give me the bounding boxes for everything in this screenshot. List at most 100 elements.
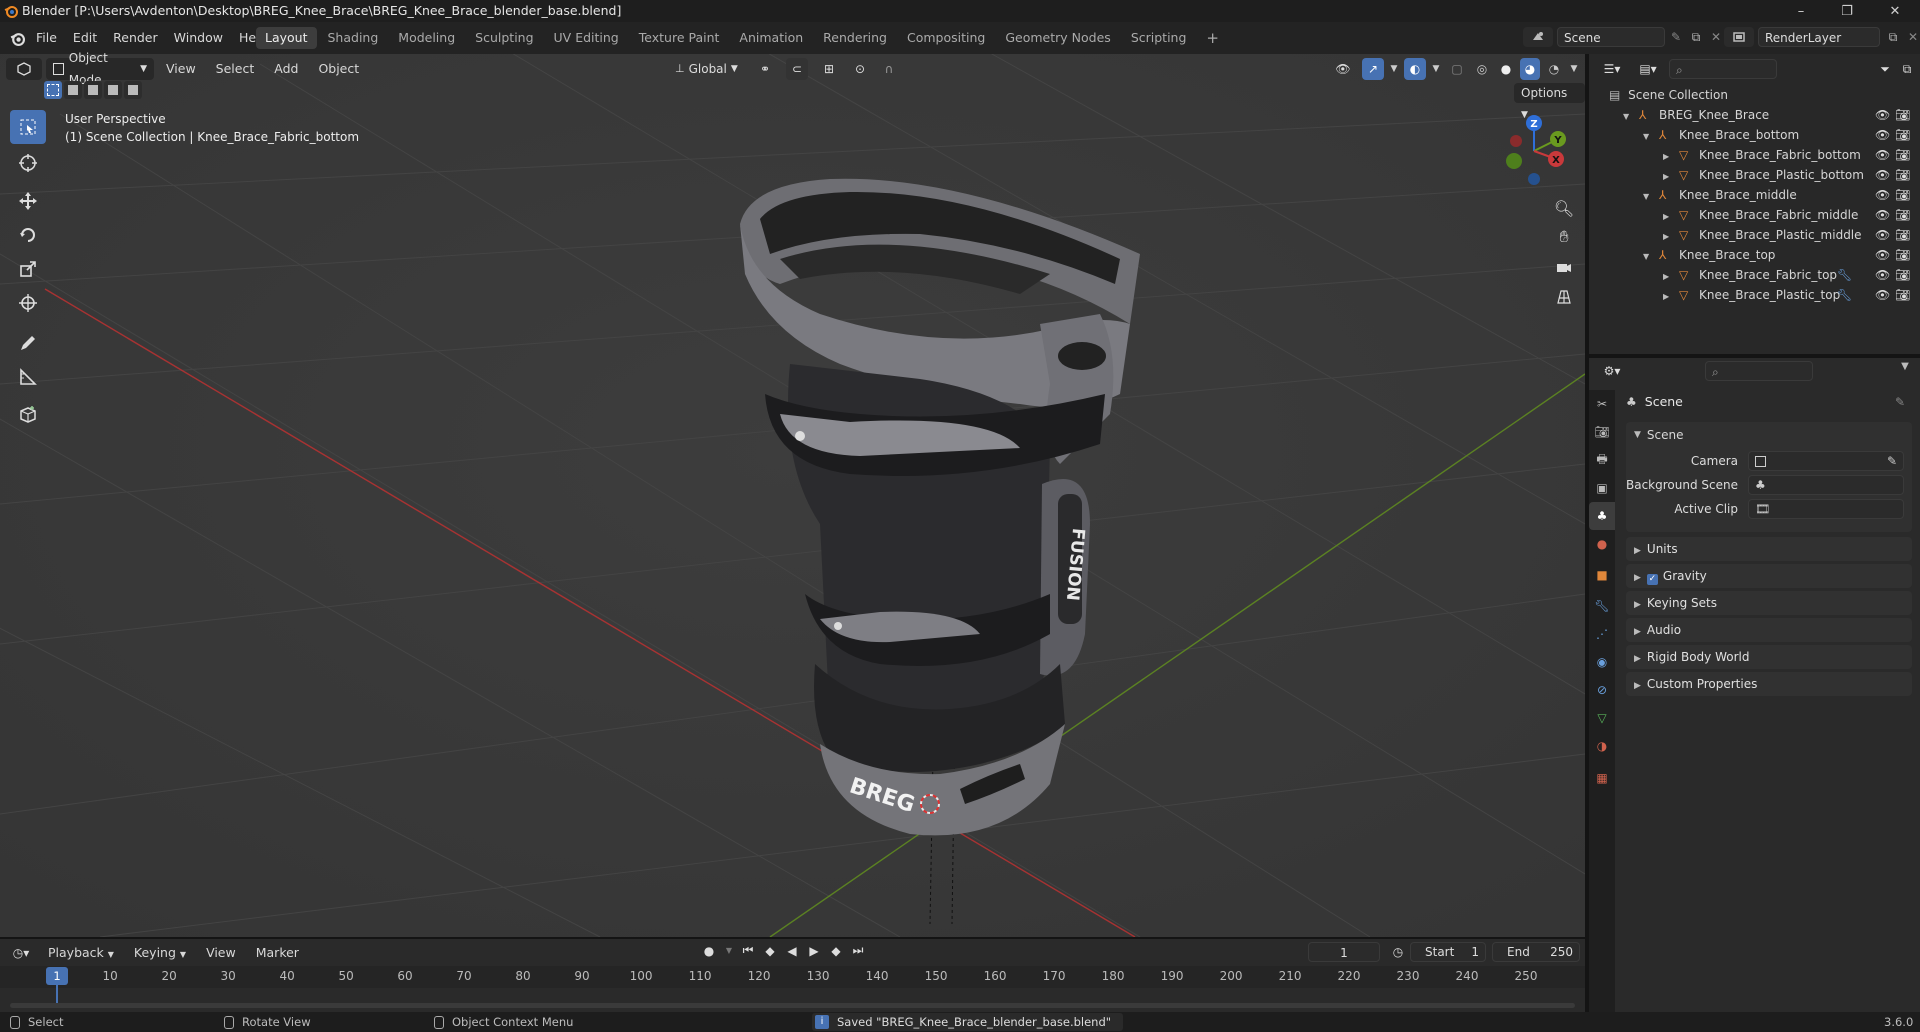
modifier-wrench-icon[interactable]: 🔧︎ [1837,265,1852,285]
keying-sets-panel[interactable]: ▶ Keying Sets [1626,591,1912,615]
add-workspace-button[interactable]: + [1197,27,1228,49]
render-camera-icon[interactable]: 📷︎ [1895,225,1910,245]
delete-scene-icon[interactable]: ✕ [1709,30,1723,44]
camera-view-icon[interactable] [1550,252,1578,282]
snap-icon[interactable]: ⊂ [786,58,808,80]
pin-icon[interactable]: ✎ [1895,395,1905,409]
3d-viewport[interactable]: FUSION BREG User Perspective (1) Scene C… [0,54,1585,937]
visibility-filter-icon[interactable]: 👁︎ [1328,58,1358,80]
cursor-tool-icon[interactable] [10,146,46,180]
menu-file[interactable]: File [28,27,65,49]
delete-renderlayer-icon[interactable]: ✕ [1906,30,1920,44]
timeline-menu-keying[interactable]: Keying ▼ [126,942,194,964]
overlays-toggle-icon[interactable]: ◐ [1404,58,1426,80]
output-tab-icon[interactable]: 🖶︎ [1589,446,1615,474]
visibility-eye-icon[interactable]: 👁︎ [1875,225,1890,245]
zoom-view-icon[interactable]: 🔍︎ [1550,194,1578,222]
timeline-scrollbar[interactable] [10,1003,1575,1008]
object-tab-icon[interactable]: ■ [1589,558,1615,592]
tab-compositing[interactable]: Compositing [898,27,994,49]
tab-shading[interactable]: Shading [319,27,388,49]
maximize-button[interactable]: ❐ [1824,0,1870,22]
units-panel[interactable]: ▶ Units [1626,537,1912,561]
timeline-menu-view[interactable]: View [198,942,244,964]
chevron-right-icon[interactable]: ▶ [1663,227,1675,247]
annotate-tool-icon[interactable] [10,326,46,360]
tab-uv-editing[interactable]: UV Editing [545,27,628,49]
select-intersect-icon[interactable] [124,81,142,99]
scene-panel-header[interactable]: ▼ Scene [1626,422,1912,448]
start-frame-field[interactable]: Start 1 [1410,942,1486,962]
auto-keying-icon[interactable]: ● [700,944,718,958]
material-tab-icon[interactable]: ◑ [1589,732,1615,760]
tab-modeling[interactable]: Modeling [389,27,464,49]
render-camera-icon[interactable]: 📷︎ [1895,105,1910,125]
outliner-row[interactable]: ▼ ⅄ Knee_Brace_top [1643,245,1823,265]
viewport-menu-add[interactable]: Add [266,58,306,80]
tab-animation[interactable]: Animation [730,27,812,49]
wireframe-shading-icon[interactable]: ◎ [1472,58,1492,80]
timeline-menu-playback[interactable]: Playback ▼ [40,942,122,964]
chevron-right-icon[interactable]: ▶ [1663,167,1675,187]
material-shading-icon[interactable]: ◕ [1520,58,1540,80]
mode-dropdown[interactable]: Object Mode ▼ [46,51,154,87]
modifier-tab-icon[interactable]: 🔧︎ [1589,592,1615,620]
tab-scripting[interactable]: Scripting [1122,27,1196,49]
outliner-editor-icon[interactable]: ☰▾ [1597,59,1627,79]
select-invert-icon[interactable] [104,81,122,99]
tab-sculpting[interactable]: Sculpting [466,27,542,49]
select-new-icon[interactable] [44,81,62,99]
scene-tab-icon[interactable]: ♣ [1589,502,1615,530]
render-camera-icon[interactable]: 📷︎ [1895,125,1910,145]
viewport-menu-view[interactable]: View [158,58,204,80]
next-keyframe-icon[interactable]: ◆ [828,944,844,958]
gravity-checkbox[interactable]: ✓ [1646,574,1658,585]
pivot-point-icon[interactable]: ⚭ [750,58,780,80]
view-layer-tab-icon[interactable]: ▣ [1589,474,1615,502]
tab-layout[interactable]: Layout [256,27,317,49]
visibility-eye-icon[interactable]: 👁︎ [1875,125,1890,145]
eyedropper-icon[interactable]: ✎ [1887,451,1897,471]
current-frame-field[interactable]: 1 [1308,942,1380,962]
jump-start-icon[interactable]: ⏮ [740,943,756,958]
playhead[interactable]: 1 [46,967,68,985]
visibility-eye-icon[interactable]: 👁︎ [1875,185,1890,205]
data-tab-icon[interactable]: ▽ [1589,704,1615,732]
tab-texture-paint[interactable]: Texture Paint [630,27,729,49]
outliner-row[interactable]: ▼ ⅄ Knee_Brace_middle [1643,185,1823,205]
visibility-eye-icon[interactable]: 👁︎ [1875,265,1890,285]
knee-brace-model[interactable]: FUSION BREG [720,164,1160,924]
scene-icon[interactable] [1523,27,1553,47]
chevron-right-icon[interactable]: ▶ [1663,207,1675,227]
constraints-tab-icon[interactable]: ⊘ [1589,676,1615,704]
play-reverse-icon[interactable]: ◀ [784,944,800,958]
orientation-dropdown[interactable]: ⊥ Global ▼ [668,58,744,80]
select-subtract-icon[interactable] [84,81,102,99]
custom-properties-panel[interactable]: ▶ Custom Properties [1626,672,1912,696]
outliner-search-input[interactable]: ⌕ [1669,59,1777,79]
shading-menu-icon[interactable]: ▼ [1568,64,1580,74]
tab-geometry-nodes[interactable]: Geometry Nodes [996,27,1119,49]
render-camera-icon[interactable]: 📷︎ [1895,285,1910,305]
chevron-right-icon[interactable]: ▶ [1663,287,1675,307]
tool-tab-icon[interactable]: ✂ [1589,390,1615,418]
new-collection-icon[interactable]: ⧉ [1897,59,1917,79]
snap-target-icon[interactable]: ⊞ [814,58,844,80]
outliner-row[interactable]: ▶ ▽ Knee_Brace_Fabric_middle [1663,205,1858,227]
pin-icon[interactable]: ✎ [1669,30,1683,44]
outliner-row[interactable]: ▶ ▽ Knee_Brace_Plastic_top [1663,285,1840,307]
renderlayer-field[interactable]: RenderLayer [1758,27,1880,47]
menu-edit[interactable]: Edit [65,27,105,49]
xray-toggle-icon[interactable]: ▢ [1446,58,1468,80]
minimize-button[interactable]: – [1778,0,1824,22]
chevron-down-icon[interactable]: ▼ [1643,187,1655,207]
options-dropdown[interactable]: Options ▼ [1514,83,1585,120]
visibility-eye-icon[interactable]: 👁︎ [1875,165,1890,185]
viewport-menu-select[interactable]: Select [208,58,263,80]
visibility-eye-icon[interactable]: 👁︎ [1875,245,1890,265]
outliner-row[interactable]: ▶ ▽ Knee_Brace_Plastic_bottom [1663,165,1864,187]
prev-keyframe-icon[interactable]: ◆ [762,944,778,958]
renderlayer-icon[interactable] [1724,27,1754,47]
properties-editor-icon[interactable]: ⚙▾ [1597,361,1627,381]
add-cube-tool-icon[interactable] [10,398,46,432]
